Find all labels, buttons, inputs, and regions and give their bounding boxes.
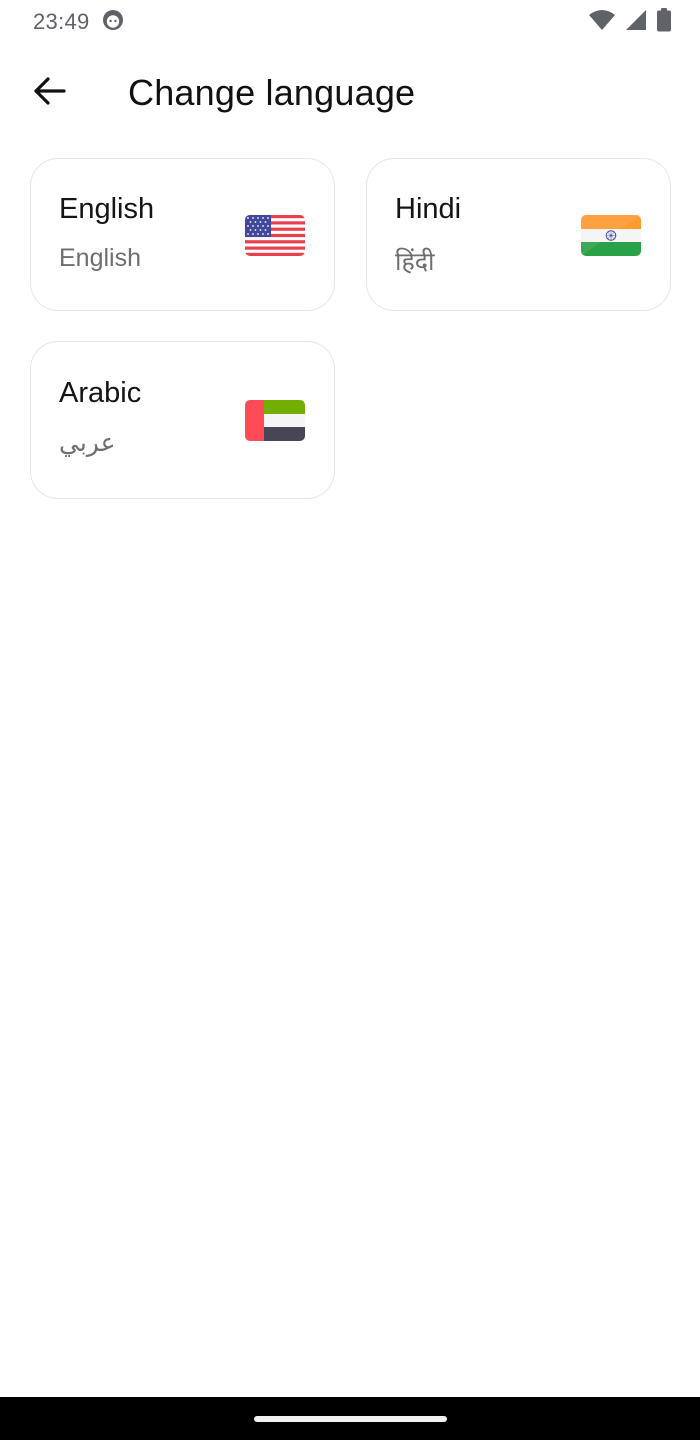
status-left: 23:49: [33, 9, 124, 36]
us-flag-icon: [245, 215, 305, 256]
language-card-english[interactable]: English English: [30, 158, 335, 311]
arrow-left-icon: [33, 76, 67, 111]
language-card-hindi[interactable]: Hindi हिंदी: [366, 158, 671, 311]
language-grid: English English Hindi हिंदी Arabic عربي: [30, 158, 671, 499]
india-flag-icon: [581, 215, 641, 256]
wifi-icon: [588, 9, 616, 36]
battery-icon: [656, 7, 672, 37]
status-time: 23:49: [33, 9, 90, 34]
system-navigation-bar: [0, 1397, 700, 1440]
app-bar: Change language: [0, 56, 700, 130]
page-title: Change language: [128, 72, 416, 113]
change-language-screen: 23:49 Change language English English Hi…: [0, 0, 700, 1440]
home-indicator[interactable]: [253, 1415, 447, 1422]
status-bar: 23:49: [0, 0, 700, 44]
back-button[interactable]: [18, 61, 82, 125]
cell-signal-icon: [624, 9, 648, 36]
status-right: [588, 7, 672, 37]
uae-flag-icon: [245, 400, 305, 441]
android-face-icon: [102, 9, 124, 36]
language-card-arabic[interactable]: Arabic عربي: [30, 341, 335, 499]
